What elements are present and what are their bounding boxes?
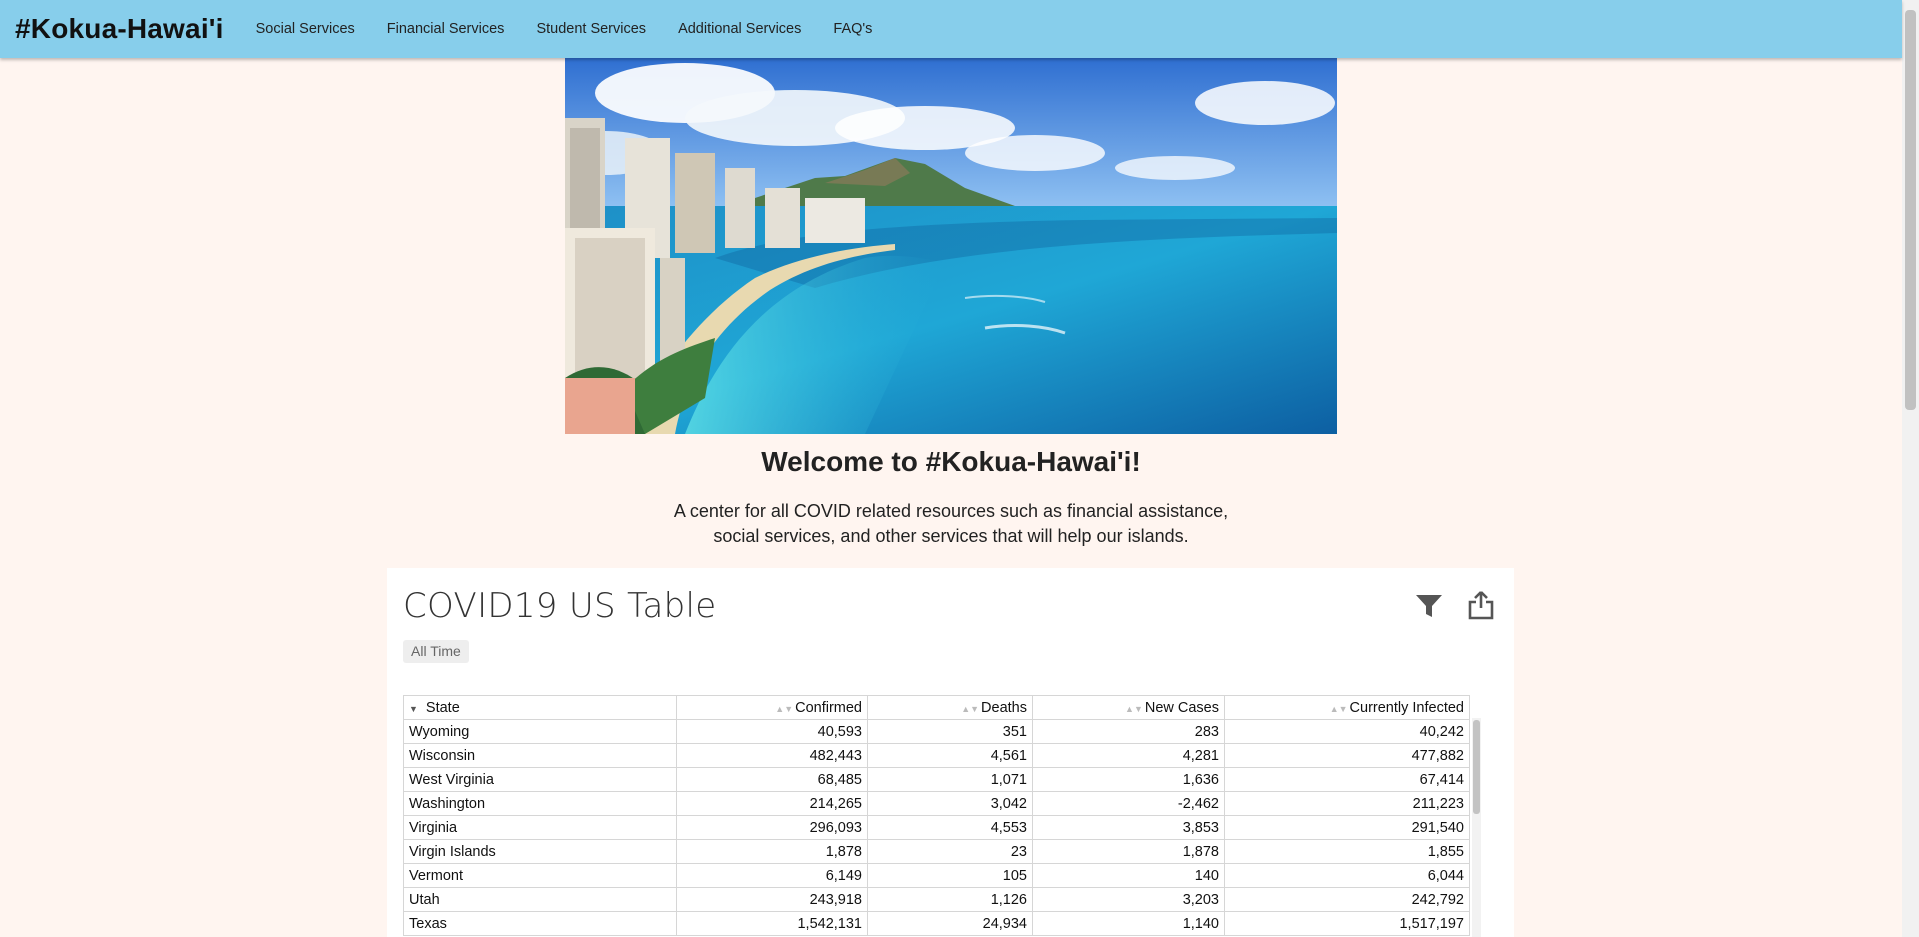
table-scrollbar-thumb[interactable] bbox=[1473, 720, 1480, 814]
cell-new-cases: 140 bbox=[1032, 863, 1225, 888]
cell-new-cases: 1,636 bbox=[1032, 767, 1225, 792]
cell-confirmed: 296,093 bbox=[676, 815, 868, 840]
table-row[interactable]: Virgin Islands 1,878 23 1,878 1,855 bbox=[403, 839, 1470, 864]
page-scrollbar-thumb[interactable] bbox=[1905, 10, 1916, 410]
cell-state: Vermont bbox=[403, 863, 677, 888]
column-header-new-cases[interactable]: ▲▼ New Cases bbox=[1032, 695, 1225, 720]
filter-icon[interactable] bbox=[1415, 593, 1443, 623]
cell-currently-infected: 67,414 bbox=[1224, 767, 1470, 792]
table-row[interactable]: Wyoming 40,593 351 283 40,242 bbox=[403, 719, 1470, 744]
cell-new-cases: 1,140 bbox=[1032, 911, 1225, 936]
cell-state: Wyoming bbox=[403, 719, 677, 744]
page-scrollbar[interactable] bbox=[1902, 0, 1919, 937]
table-row[interactable]: Virginia 296,093 4,553 3,853 291,540 bbox=[403, 815, 1470, 840]
brand-logo[interactable]: #Kokua-Hawai'i bbox=[15, 13, 224, 45]
cell-deaths: 4,561 bbox=[867, 743, 1033, 768]
cell-state: Texas bbox=[403, 911, 677, 936]
nav-faqs[interactable]: FAQ's bbox=[817, 21, 888, 37]
cell-new-cases: 1,878 bbox=[1032, 839, 1225, 864]
cell-deaths: 351 bbox=[867, 719, 1033, 744]
cell-deaths: 105 bbox=[867, 863, 1033, 888]
covid-data-table: ▼ State ▲▼ Confirmed ▲▼ Deaths ▲▼ New Cases … bbox=[403, 695, 1470, 936]
cell-deaths: 3,042 bbox=[867, 791, 1033, 816]
cell-currently-infected: 211,223 bbox=[1224, 791, 1470, 816]
cell-confirmed: 482,443 bbox=[676, 743, 868, 768]
table-row[interactable]: Wisconsin 482,443 4,561 4,281 477,882 bbox=[403, 743, 1470, 768]
covid-table-title: COVID19 US Table bbox=[403, 586, 717, 626]
sort-icon: ▲▼ bbox=[1125, 703, 1143, 714]
cell-currently-infected: 6,044 bbox=[1224, 863, 1470, 888]
cell-currently-infected: 40,242 bbox=[1224, 719, 1470, 744]
table-row[interactable]: Texas 1,542,131 24,934 1,140 1,517,197 bbox=[403, 911, 1470, 936]
cell-confirmed: 6,149 bbox=[676, 863, 868, 888]
cell-state: Utah bbox=[403, 887, 677, 912]
covid-table-card: COVID19 US Table All Time ▼ State ▲▼ Confi… bbox=[387, 568, 1514, 937]
table-row[interactable]: Washington 214,265 3,042 -2,462 211,223 bbox=[403, 791, 1470, 816]
hero-image bbox=[565, 58, 1337, 434]
cell-state: West Virginia bbox=[403, 767, 677, 792]
cell-new-cases: -2,462 bbox=[1032, 791, 1225, 816]
column-header-currently-infected[interactable]: ▲▼ Currently Infected bbox=[1224, 695, 1470, 720]
cell-currently-infected: 477,882 bbox=[1224, 743, 1470, 768]
table-header-row: ▼ State ▲▼ Confirmed ▲▼ Deaths ▲▼ New Cases … bbox=[403, 695, 1470, 720]
top-navbar: #Kokua-Hawai'i Social Services Financial… bbox=[0, 0, 1902, 58]
sort-icon: ▲▼ bbox=[961, 703, 980, 714]
nav-additional-services[interactable]: Additional Services bbox=[662, 21, 817, 37]
cell-state: Virginia bbox=[403, 815, 677, 840]
cell-confirmed: 1,542,131 bbox=[676, 911, 868, 936]
welcome-subtitle: A center for all COVID related resources… bbox=[0, 499, 1902, 549]
sort-descending-icon: ▼ bbox=[409, 703, 418, 714]
cell-confirmed: 68,485 bbox=[676, 767, 868, 792]
cell-new-cases: 4,281 bbox=[1032, 743, 1225, 768]
cell-new-cases: 3,203 bbox=[1032, 887, 1225, 912]
cell-currently-infected: 1,855 bbox=[1224, 839, 1470, 864]
cell-currently-infected: 1,517,197 bbox=[1224, 911, 1470, 936]
time-filter-badge[interactable]: All Time bbox=[403, 640, 469, 663]
cell-currently-infected: 242,792 bbox=[1224, 887, 1470, 912]
cell-deaths: 24,934 bbox=[867, 911, 1033, 936]
table-scrollbar[interactable] bbox=[1472, 718, 1481, 937]
share-icon[interactable] bbox=[1467, 590, 1495, 624]
table-row[interactable]: West Virginia 68,485 1,071 1,636 67,414 bbox=[403, 767, 1470, 792]
cell-deaths: 4,553 bbox=[867, 815, 1033, 840]
table-row[interactable]: Vermont 6,149 105 140 6,044 bbox=[403, 863, 1470, 888]
table-body: Wyoming 40,593 351 283 40,242 Wisconsin … bbox=[403, 719, 1470, 936]
nav-social-services[interactable]: Social Services bbox=[240, 21, 371, 37]
sort-icon: ▲▼ bbox=[775, 703, 794, 714]
column-header-deaths[interactable]: ▲▼ Deaths bbox=[867, 695, 1033, 720]
subtitle-line-1: A center for all COVID related resources… bbox=[673, 501, 1229, 521]
cell-deaths: 1,071 bbox=[867, 767, 1033, 792]
cell-confirmed: 214,265 bbox=[676, 791, 868, 816]
cell-new-cases: 283 bbox=[1032, 719, 1225, 744]
cell-confirmed: 243,918 bbox=[676, 887, 868, 912]
cell-state: Virgin Islands bbox=[403, 839, 677, 864]
cell-new-cases: 3,853 bbox=[1032, 815, 1225, 840]
column-header-confirmed[interactable]: ▲▼ Confirmed bbox=[676, 695, 868, 720]
column-header-state[interactable]: ▼ State bbox=[403, 695, 677, 720]
cell-deaths: 23 bbox=[867, 839, 1033, 864]
nav-student-services[interactable]: Student Services bbox=[520, 21, 662, 37]
cell-deaths: 1,126 bbox=[867, 887, 1033, 912]
welcome-title: Welcome to #Kokua-Hawai'i! bbox=[761, 446, 1141, 477]
cell-state: Washington bbox=[403, 791, 677, 816]
cell-state: Wisconsin bbox=[403, 743, 677, 768]
table-row[interactable]: Utah 243,918 1,126 3,203 242,792 bbox=[403, 887, 1470, 912]
sort-icon: ▲▼ bbox=[1329, 703, 1348, 714]
cell-confirmed: 40,593 bbox=[676, 719, 868, 744]
cell-currently-infected: 291,540 bbox=[1224, 815, 1470, 840]
subtitle-line-2: social services, and other services that… bbox=[713, 526, 1189, 546]
cell-confirmed: 1,878 bbox=[676, 839, 868, 864]
nav-financial-services[interactable]: Financial Services bbox=[371, 21, 521, 37]
